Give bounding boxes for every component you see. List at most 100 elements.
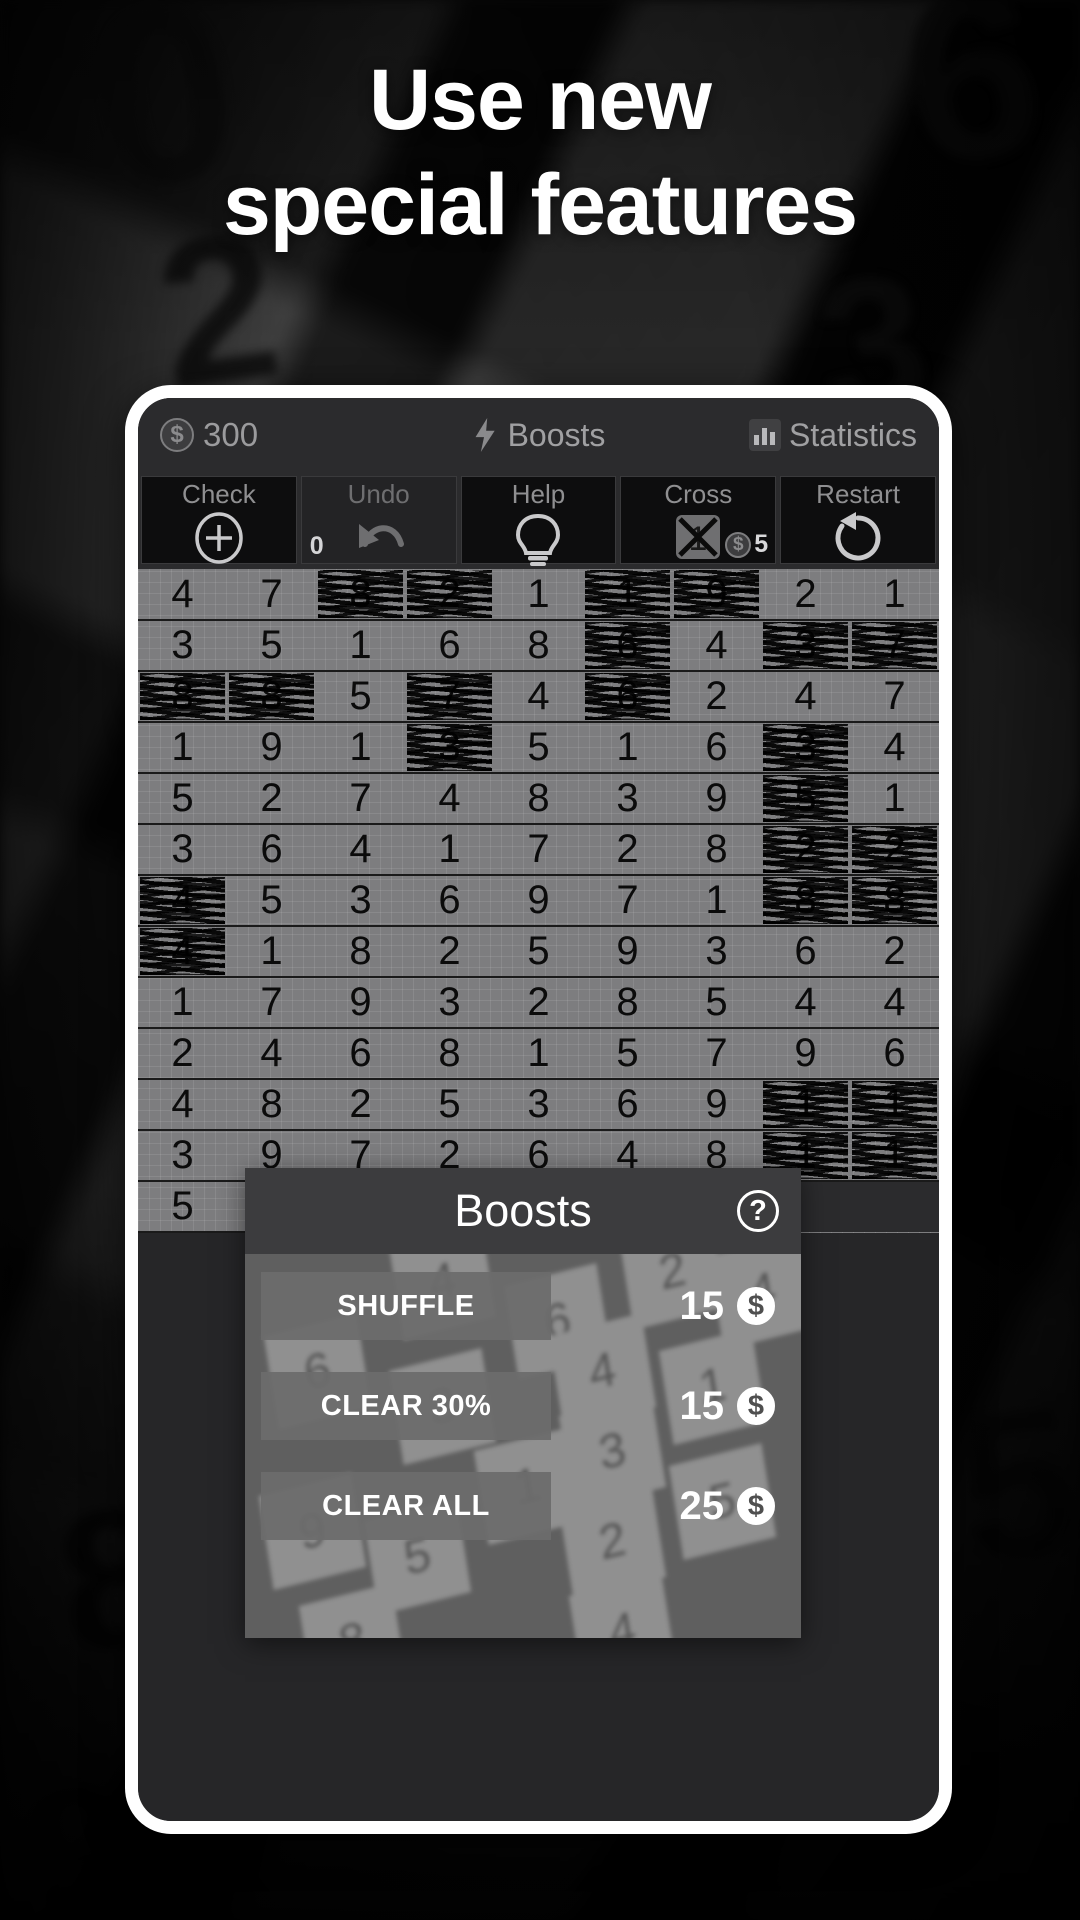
grid-cell[interactable]: 9	[672, 569, 761, 621]
grid-cell[interactable]: 5	[494, 722, 583, 774]
grid-cell[interactable]: 5	[138, 1181, 227, 1233]
grid-cell[interactable]: 5	[494, 926, 583, 978]
grid-cell[interactable]: 2	[672, 671, 761, 723]
grid-cell[interactable]: 4	[138, 569, 227, 621]
grid-cell[interactable]: 9	[583, 926, 672, 978]
grid-cell[interactable]: 5	[672, 977, 761, 1029]
grid-cell[interactable]: 5	[405, 1079, 494, 1131]
grid-cell[interactable]: 2	[405, 569, 494, 621]
grid-cell[interactable]: 2	[405, 926, 494, 978]
grid-cell[interactable]: 2	[316, 1079, 405, 1131]
grid-cell[interactable]: 8	[227, 1079, 316, 1131]
grid-cell[interactable]: 8	[138, 671, 227, 723]
grid-cell[interactable]: 6	[583, 620, 672, 672]
grid-cell[interactable]: 8	[316, 569, 405, 621]
grid-cell[interactable]: 1	[672, 875, 761, 927]
boost-button-clear-30[interactable]: CLEAR 30%	[261, 1372, 551, 1440]
grid-cell[interactable]: 1	[227, 926, 316, 978]
grid-cell[interactable]: 7	[850, 671, 939, 723]
grid-cell[interactable]: 4	[761, 977, 850, 1029]
grid-cell[interactable]: 1	[583, 722, 672, 774]
grid-cell[interactable]: 3	[672, 926, 761, 978]
grid-cell[interactable]: 3	[405, 722, 494, 774]
grid-cell[interactable]: 6	[761, 926, 850, 978]
grid-cell[interactable]: 3	[405, 977, 494, 1029]
grid-cell[interactable]: 6	[850, 1028, 939, 1080]
grid-cell[interactable]: 4	[227, 1028, 316, 1080]
tool-button-help[interactable]: Help	[460, 476, 617, 567]
grid-cell[interactable]: 6	[405, 620, 494, 672]
question-mark-circle-icon[interactable]: ?	[737, 1190, 779, 1232]
grid-cell[interactable]: 6	[672, 722, 761, 774]
grid-cell[interactable]: 1	[316, 620, 405, 672]
grid-cell[interactable]: 4	[138, 926, 227, 978]
grid-cell[interactable]: 6	[405, 875, 494, 927]
grid-cell[interactable]: 7	[494, 824, 583, 876]
grid-cell[interactable]: 8	[761, 875, 850, 927]
grid-cell[interactable]: 9	[761, 1028, 850, 1080]
grid-cell[interactable]: 4	[850, 977, 939, 1029]
grid-cell[interactable]: 1	[850, 1130, 939, 1182]
grid-cell[interactable]: 4	[138, 1079, 227, 1131]
grid-cell[interactable]: 3	[761, 722, 850, 774]
grid-cell[interactable]: 7	[227, 569, 316, 621]
grid-cell[interactable]: 6	[316, 1028, 405, 1080]
grid-cell[interactable]: 7	[316, 773, 405, 825]
grid-cell[interactable]: 3	[761, 620, 850, 672]
grid-cell[interactable]: 8	[672, 824, 761, 876]
grid-cell[interactable]: 2	[850, 824, 939, 876]
grid-cell[interactable]: 5	[227, 875, 316, 927]
grid-cell[interactable]: 1	[138, 722, 227, 774]
grid-cell[interactable]: 7	[405, 671, 494, 723]
tool-button-check[interactable]: Check	[141, 476, 297, 565]
grid-cell[interactable]: 8	[494, 773, 583, 825]
grid-cell[interactable]: 4	[850, 722, 939, 774]
grid-cell[interactable]: 2	[850, 926, 939, 978]
grid-cell[interactable]: 8	[494, 620, 583, 672]
grid-cell[interactable]: 9	[227, 722, 316, 774]
grid-cell[interactable]: 1	[850, 1079, 939, 1131]
grid-cell[interactable]: 1	[850, 569, 939, 621]
tool-button-undo[interactable]: Undo 0	[300, 476, 457, 564]
grid-cell[interactable]: 2	[761, 569, 850, 621]
grid-cell[interactable]: 1	[761, 1079, 850, 1131]
grid-cell[interactable]: 7	[583, 875, 672, 927]
grid-cell[interactable]: 3	[316, 875, 405, 927]
grid-cell[interactable]: 7	[672, 1028, 761, 1080]
grid-cell[interactable]: 6	[227, 824, 316, 876]
grid-cell[interactable]: 8	[405, 1028, 494, 1080]
grid-cell[interactable]: 1	[138, 977, 227, 1029]
grid-cell[interactable]: 4	[405, 773, 494, 825]
grid-cell[interactable]: 4	[761, 671, 850, 723]
boost-button-clear-all[interactable]: CLEAR ALL	[261, 1472, 551, 1540]
grid-cell[interactable]: 4	[494, 671, 583, 723]
grid-cell[interactable]: 1	[583, 569, 672, 621]
grid-cell[interactable]: 4	[138, 875, 227, 927]
tool-button-restart[interactable]: Restart	[780, 476, 936, 564]
grid-cell[interactable]: 5	[227, 620, 316, 672]
grid-cell[interactable]: 9	[672, 1079, 761, 1131]
grid-cell[interactable]: 2	[494, 977, 583, 1029]
grid-cell[interactable]: 5	[583, 1028, 672, 1080]
grid-cell[interactable]: 2	[138, 1028, 227, 1080]
grid-cell[interactable]: 8	[316, 926, 405, 978]
grid-cell[interactable]: 3	[138, 824, 227, 876]
grid-cell[interactable]: 1	[850, 773, 939, 825]
grid-cell[interactable]: 7	[850, 620, 939, 672]
boosts-menu-button[interactable]: Boosts	[472, 417, 605, 454]
grid-cell[interactable]: 2	[227, 773, 316, 825]
grid-cell[interactable]: 9	[494, 875, 583, 927]
grid-cell[interactable]: 3	[583, 773, 672, 825]
grid-cell[interactable]: 5	[138, 773, 227, 825]
grid-cell[interactable]: 8	[850, 875, 939, 927]
grid-cell[interactable]: 1	[316, 722, 405, 774]
grid-cell[interactable]: 1	[494, 569, 583, 621]
grid-cell[interactable]: 6	[583, 1079, 672, 1131]
number-grid[interactable]: 4782119213516864378857462471913516345274…	[138, 569, 939, 1233]
grid-cell[interactable]: 8	[227, 671, 316, 723]
coin-balance[interactable]: $ 300	[160, 416, 258, 454]
statistics-button[interactable]: Statistics	[748, 417, 917, 454]
grid-cell[interactable]: 3	[138, 1130, 227, 1182]
grid-cell[interactable]: 5	[316, 671, 405, 723]
boost-button-shuffle[interactable]: SHUFFLE	[261, 1272, 551, 1340]
